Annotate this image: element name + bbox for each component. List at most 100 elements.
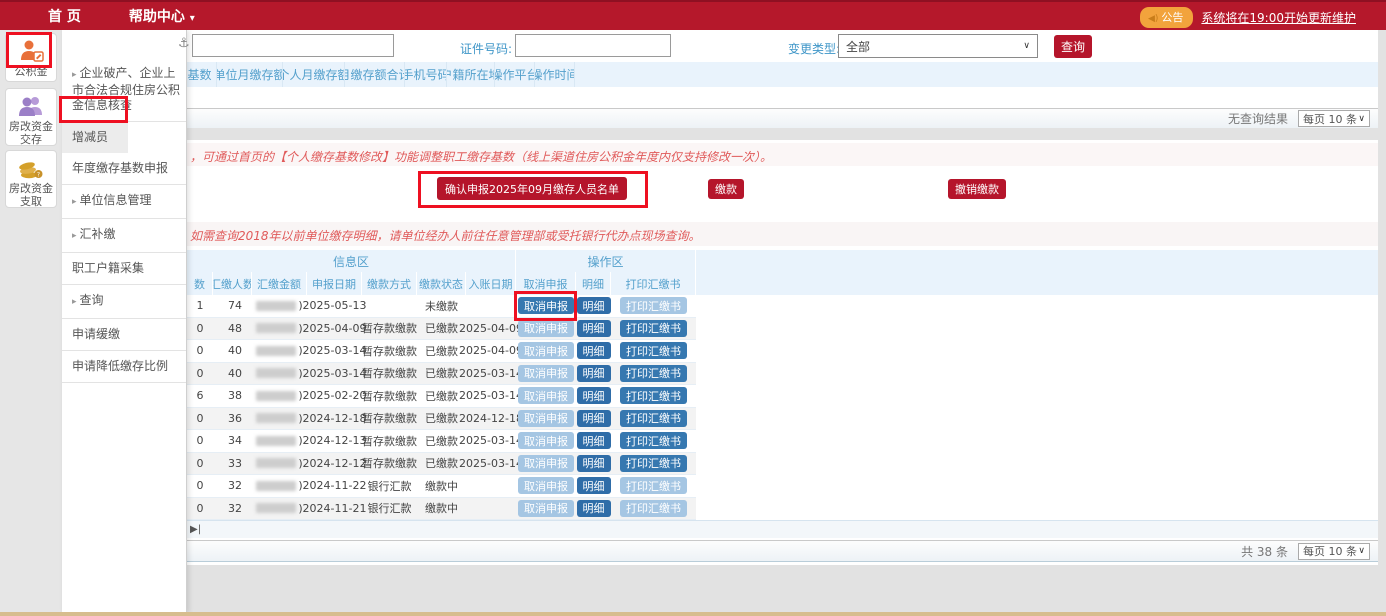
announcement-badge[interactable]: ◀)公告 [1140,7,1193,28]
people-count-cell: 33 [213,453,252,475]
table1-header-cell: 户籍所在地 [447,62,495,87]
menu-item[interactable]: 申请缓缴 [62,319,186,351]
nav-help-center[interactable]: 帮助中心 ▾ [129,6,195,26]
pay-method-cell: 暂存款缴款 [362,408,417,430]
people-count-cell: 48 [213,318,252,340]
pay-button[interactable]: 缴款 [708,179,744,199]
page-size-select[interactable]: 每页 10 条 ∨ [1298,543,1370,560]
detail-button[interactable]: 明细 [577,365,611,382]
menu-item-label: 申请降低缴存比例 [72,359,168,373]
menu-item[interactable]: 增减员 [62,122,128,153]
cancel-declare-cell: 取消申报 [516,475,576,497]
keyword-input[interactable] [192,34,394,57]
people-count-cell: 34 [213,430,252,452]
entry-date-cell: 2025-04-09 [466,340,516,362]
detail-button[interactable]: 明细 [577,387,611,404]
cancel-declare-button[interactable]: 取消申报 [518,387,574,404]
confirm-declare-button[interactable]: 确认申报2025年09月缴存人员名单 [437,177,627,200]
detail-button[interactable]: 明细 [577,320,611,337]
declare-date-cell: 2024-11-21 [307,498,362,520]
chevron-down-icon: ∨ [1358,114,1365,124]
table2-header-cell: 入账日期 [466,272,516,295]
table2-pager: 共 38 条 每页 10 条 ∨ [62,540,1378,562]
svg-text:?: ? [37,172,40,179]
detail-cell: 明细 [576,295,611,317]
detail-button[interactable]: 明细 [577,477,611,494]
print-remittance-button[interactable]: 打印汇缴书 [620,500,687,517]
menu-item[interactable]: ▸企业破产、企业上市合法合规住房公积金信息核查 [62,58,186,122]
cancel-pay-button[interactable]: 撤销缴款 [948,179,1006,199]
triangle-right-icon: ▸ [72,297,77,307]
count-cell: 0 [187,340,213,362]
print-remittance-button[interactable]: 打印汇缴书 [620,410,687,427]
print-cell: 打印汇缴书 [611,363,696,385]
cancel-declare-button[interactable]: 取消申报 [518,455,574,472]
menu-item[interactable]: 职工户籍采集 [62,253,186,285]
detail-cell: 明细 [576,318,611,340]
masked-amount [256,413,296,423]
print-remittance-button[interactable]: 打印汇缴书 [620,387,687,404]
menu-item[interactable]: ▸单位信息管理 [62,185,186,219]
menu-item[interactable]: ▸查询 [62,285,186,319]
detail-button[interactable]: 明细 [577,455,611,472]
people-count-cell: 38 [213,385,252,407]
count-cell: 0 [187,475,213,497]
print-remittance-button[interactable]: 打印汇缴书 [620,365,687,382]
declare-date-cell: 2025-04-09 [307,318,362,340]
table-row: 034)2024-12-13暂存款缴款已缴款2025-03-14取消申报明细打印… [187,430,696,453]
nav-home[interactable]: 首 页 [48,6,81,26]
print-remittance-button[interactable]: 打印汇缴书 [620,432,687,449]
history-query-notice: 如需查询2018年以前单位缴存明细，请单位经办人前往任意管理部或受托银行代办点现… [190,227,701,244]
detail-button[interactable]: 明细 [577,342,611,359]
print-remittance-button[interactable]: 打印汇缴书 [620,297,687,314]
menu-item[interactable]: 申请降低缴存比例 [62,351,186,383]
table1-header-cell: 操作时间 [535,62,575,87]
cancel-declare-button[interactable]: 取消申报 [518,477,574,494]
cancel-declare-button[interactable]: 取消申报 [518,432,574,449]
maintenance-notice-link[interactable]: 系统将在19:00开始更新维护 [1201,9,1356,26]
count-cell: 0 [187,318,213,340]
print-cell: 打印汇缴书 [611,295,696,317]
change-type-select[interactable]: 全部 ∨ [838,34,1038,58]
rail-item-fangai-jiaocun[interactable]: 房改资金交存 [5,88,57,146]
page-size-select[interactable]: 每页 10 条 ∨ [1298,110,1370,127]
rail-item-fangai-zhiqu[interactable]: ? 房改资金支取 [5,150,57,208]
table2-header-cell: 汇缴人数 [213,272,252,295]
cancel-declare-button[interactable]: 取消申报 [518,365,574,382]
cancel-declare-cell: 取消申报 [516,295,576,317]
id-number-input[interactable] [515,34,671,57]
detail-button[interactable]: 明细 [577,297,611,314]
detail-button[interactable]: 明细 [577,432,611,449]
amount-cell: ) [252,363,307,385]
menu-item[interactable]: ▸汇补缴 [62,219,186,253]
horizontal-scrollbar[interactable]: ▶| [62,520,1378,538]
table1-header-cell: 个人月缴存额 [283,62,345,87]
print-remittance-button[interactable]: 打印汇缴书 [620,455,687,472]
cancel-declare-button[interactable]: 取消申报 [518,320,574,337]
triangle-right-icon: ▸ [72,197,77,207]
detail-cell: 明细 [576,408,611,430]
print-cell: 打印汇缴书 [611,318,696,340]
table2-header-cell: 打印汇缴书 [611,272,696,295]
detail-button[interactable]: 明细 [577,410,611,427]
menu-item[interactable]: 年度缴存基数申报 [62,153,186,185]
rail-item-gongjijin[interactable]: 公积金 [5,33,57,82]
cancel-declare-cell: 取消申报 [516,318,576,340]
query-button[interactable]: 查询 [1054,35,1092,58]
detail-cell: 明细 [576,385,611,407]
cancel-declare-button[interactable]: 取消申报 [518,342,574,359]
cancel-declare-button[interactable]: 取消申报 [518,410,574,427]
anchor-icon: ⚓ [178,36,190,51]
menu-item-label: 企业破产、企业上市合法合规住房公积金信息核查 [72,66,180,112]
cancel-declare-button[interactable]: 取消申报 [518,500,574,517]
print-remittance-button[interactable]: 打印汇缴书 [620,320,687,337]
table-row: 638)2025-02-20暂存款缴款已缴款2025-03-14取消申报明细打印… [187,385,696,408]
print-remittance-button[interactable]: 打印汇缴书 [620,342,687,359]
cancel-declare-button[interactable]: 取消申报 [518,297,574,314]
detail-button[interactable]: 明细 [577,500,611,517]
coins-icon: ? [17,156,45,180]
detail-cell: 明细 [576,498,611,520]
nav-help-label: 帮助中心 [129,9,185,25]
print-remittance-button[interactable]: 打印汇缴书 [620,477,687,494]
masked-amount [256,503,296,513]
